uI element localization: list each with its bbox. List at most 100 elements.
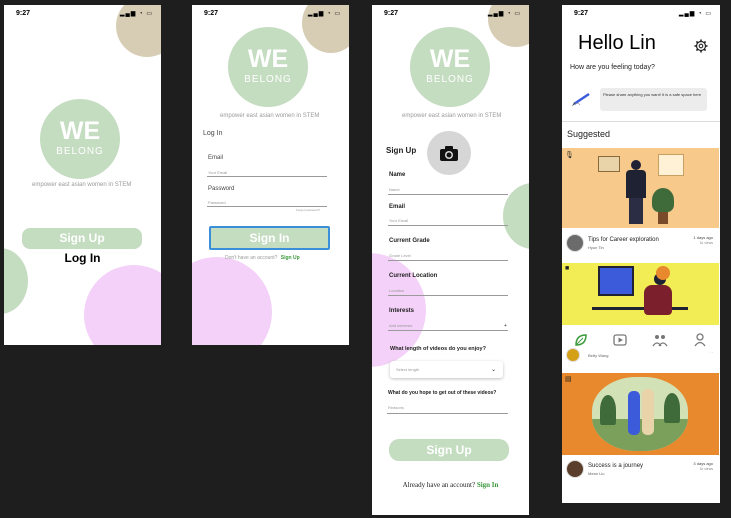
- name-label: Name: [389, 172, 406, 178]
- location-field[interactable]: Location: [389, 288, 404, 293]
- video-time: 1 days ago: [693, 235, 713, 240]
- video-camera-icon: ■: [565, 265, 570, 272]
- hope-question: What do you hope to get out of these vid…: [388, 390, 497, 396]
- video-author: Hyun Tin: [588, 245, 604, 250]
- interests-underline: [388, 330, 508, 331]
- decor-circle-pink: [192, 257, 272, 345]
- chevron-down-icon: ⌄: [490, 367, 496, 373]
- signup-button[interactable]: Sign Up: [22, 228, 142, 249]
- divider: [562, 121, 720, 122]
- community-icon[interactable]: [652, 333, 668, 347]
- video-thumbnail[interactable]: ■: [562, 263, 719, 325]
- video-author: Betty Wang: [588, 353, 609, 358]
- status-icons: ▂▄▆ ◔ ▭: [119, 11, 153, 17]
- pencil-icon: [571, 92, 590, 107]
- signup-prompt: Don't have an account? Sign Up: [225, 255, 300, 261]
- signup-screen: 9:27 ▂▄▆ ◔ ▭ WE BELONG empower east asia…: [372, 5, 529, 515]
- reasons-underline: [387, 413, 508, 414]
- upload-photo-button[interactable]: [427, 131, 471, 175]
- email-field[interactable]: Your Email: [208, 170, 227, 175]
- status-icons: ▂▄▆ ◔ ▭: [678, 11, 712, 17]
- signin-prompt: Already have an account? Sign In: [372, 481, 529, 489]
- status-time: 9:27: [574, 10, 589, 17]
- video-thumbnail[interactable]: ▤: [562, 373, 719, 455]
- microphone-icon: 🎙︎: [565, 152, 574, 159]
- page-title: Sign Up: [386, 146, 417, 155]
- share-prompt-box[interactable]: Please share anything you want! It is a …: [600, 88, 707, 111]
- illustration-scene: [592, 377, 688, 451]
- logo-we: WE: [247, 45, 289, 73]
- tagline: empower east asian women in STEM: [220, 113, 320, 119]
- status-icons: ▂▄▆ ◔ ▭: [307, 11, 341, 17]
- illustration-notes: [658, 154, 684, 176]
- email-field[interactable]: Your Email: [389, 218, 408, 223]
- illustration-plant: [652, 188, 674, 226]
- illustration-person: [644, 273, 674, 321]
- leaf-icon[interactable]: [574, 333, 588, 347]
- video-author: Mean Liu: [588, 471, 605, 476]
- name-underline: [388, 194, 508, 195]
- illustration-pie: [656, 266, 670, 280]
- logo-we: WE: [59, 117, 101, 145]
- login-screen: 9:27 ▂▄▆ ◔ ▭ WE BELONG empower east asia…: [192, 5, 349, 345]
- profile-icon[interactable]: [693, 333, 707, 347]
- avatar: [566, 348, 580, 362]
- video-length-select[interactable]: Select length ⌄: [390, 361, 503, 378]
- video-info-row[interactable]: Success is a journey Mean Liu 3 days ago…: [562, 455, 719, 483]
- logo-belong: BELONG: [426, 74, 474, 85]
- email-label: Email: [208, 155, 224, 161]
- forgot-password-link[interactable]: Forgot password?: [296, 208, 320, 212]
- illustration-woman: [626, 160, 646, 226]
- tagline: empower east asian women in STEM: [32, 182, 132, 188]
- login-link[interactable]: Log In: [4, 251, 161, 265]
- mood-question: How are you feeling today?: [570, 64, 655, 71]
- decor-circle-pink: [84, 265, 161, 345]
- logo-belong: BELONG: [244, 74, 292, 85]
- status-time: 9:27: [384, 10, 399, 17]
- document-icon: ▤: [565, 376, 572, 383]
- avatar: [566, 460, 584, 478]
- home-screen: 9:27 ▂▄▆ ◔ ▭ Hello Lin How are you feeli…: [562, 5, 720, 503]
- signin-button[interactable]: Sign In: [209, 226, 330, 250]
- name-field[interactable]: Name: [389, 187, 400, 192]
- welcome-screen: 9:27 ▂▄▆ ◔ ▭ WE BELONG empower east asia…: [4, 5, 161, 345]
- signup-link[interactable]: Sign Up: [281, 255, 300, 261]
- page-title: Log In: [203, 130, 223, 137]
- logo-belong: BELONG: [56, 146, 104, 157]
- location-label: Current Location: [389, 273, 438, 279]
- video-views: 1k views: [699, 467, 713, 471]
- video-play-icon[interactable]: [613, 333, 627, 347]
- video-length-question: What length of videos do you enjoy?: [390, 346, 486, 352]
- illustration-monitor: [598, 266, 634, 296]
- suggested-heading: Suggested: [567, 129, 611, 139]
- tagline: empower east asian women in STEM: [402, 113, 502, 119]
- email-label: Email: [389, 204, 406, 210]
- signup-button[interactable]: Sign Up: [389, 439, 509, 461]
- email-underline: [207, 176, 327, 177]
- gear-icon[interactable]: [694, 39, 708, 53]
- brand-logo: WE BELONG: [40, 99, 120, 179]
- brand-logo: WE BELONG: [410, 27, 490, 107]
- email-underline: [388, 225, 508, 226]
- camera-icon: [440, 146, 458, 161]
- illustration-board: [598, 156, 620, 172]
- signin-link[interactable]: Sign In: [477, 481, 499, 489]
- grade-label: Current Grade: [389, 238, 430, 244]
- reasons-field[interactable]: Reasons: [388, 405, 404, 410]
- share-prompt-text: Please share anything you want! It is a …: [603, 92, 702, 97]
- status-time: 9:27: [16, 10, 31, 17]
- video-views: 1k views: [699, 241, 713, 245]
- video-info-row[interactable]: Tips for Career exploration Hyun Tin 1 d…: [562, 228, 719, 258]
- add-interest-icon[interactable]: +: [504, 323, 507, 329]
- video-title: Success is a journey: [588, 463, 644, 469]
- video-views: · ·: [709, 351, 713, 355]
- interests-field[interactable]: Add interests: [389, 323, 412, 328]
- brand-logo: WE BELONG: [228, 27, 308, 107]
- select-placeholder: Select length: [396, 367, 420, 372]
- grade-field[interactable]: Grade Level: [389, 253, 411, 258]
- password-field[interactable]: Password: [208, 200, 226, 205]
- password-underline: [207, 206, 327, 207]
- video-info-row[interactable]: Betty Wang · ·: [562, 348, 719, 364]
- video-thumbnail[interactable]: 🎙︎: [562, 148, 719, 228]
- decor-circle-sage: [503, 183, 529, 249]
